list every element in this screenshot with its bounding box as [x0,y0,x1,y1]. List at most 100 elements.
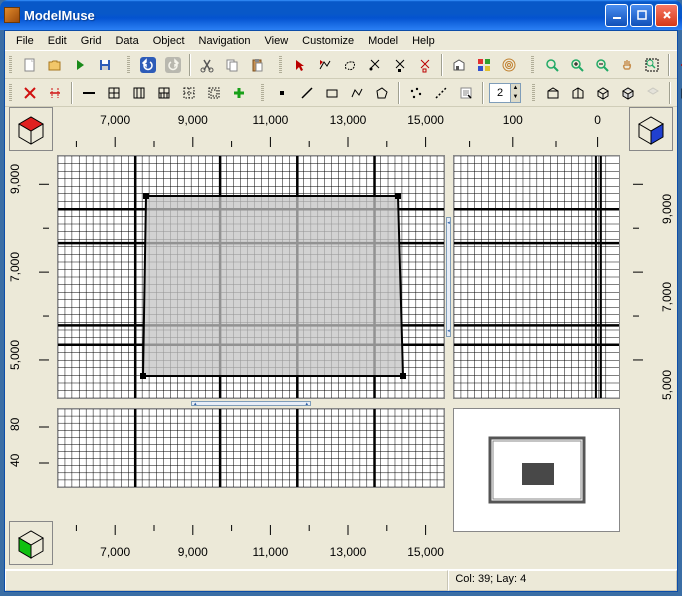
window-title: ModelMuse [24,8,603,23]
redo-button[interactable] [162,54,184,76]
insert-vertex-button[interactable] [389,54,411,76]
layer-spinner-input[interactable] [490,84,510,102]
zoom-box-button[interactable] [641,54,663,76]
ruler-top-x: 7,000 9,000 11,000 13,000 15,000 [57,107,445,151]
colors-button[interactable] [473,54,495,76]
ruler-label: 15,000 [407,545,444,559]
select-arrow-button[interactable] [289,54,311,76]
draw-points-button[interactable] [405,82,427,104]
draw-rectangle-button[interactable] [321,82,343,104]
menu-file[interactable]: File [9,33,41,49]
draw-point-button[interactable] [271,82,293,104]
ruler-label: 11,000 [252,545,288,559]
copy-button[interactable] [221,54,243,76]
menu-edit[interactable]: Edit [41,33,74,49]
splitter-top-front[interactable] [57,400,445,407]
subdivide-row-button[interactable] [153,82,175,104]
spinner-down-icon[interactable]: ▼ [510,93,520,102]
h-line-button[interactable] [78,82,100,104]
pan-button[interactable] [616,54,638,76]
vertex-handle[interactable] [143,193,149,199]
run-button[interactable] [69,54,91,76]
zoom-in-button[interactable] [566,54,588,76]
ruler-label: 9,000 [660,194,674,224]
shell-button[interactable] [676,82,682,104]
contour-button[interactable] [498,54,520,76]
ruler-label: 9,000 [178,545,208,559]
ruler-bottom-x: 7,000 9,000 11,000 13,000 15,000 [57,521,445,565]
side-view-cube[interactable] [629,107,673,151]
delete-vertex-button[interactable] [414,54,436,76]
vertex-handle[interactable] [140,373,146,379]
splitter-top-side[interactable] [445,155,452,399]
menu-help[interactable]: Help [405,33,442,49]
ruler-label: 7,000 [8,252,22,282]
draw-polygon-button[interactable] [371,82,393,104]
save-button[interactable] [94,54,116,76]
ruler-label: 0 [594,113,601,127]
subdivide-col-button[interactable] [128,82,150,104]
menu-model[interactable]: Model [361,33,405,49]
ruler-label: 7,000 [100,113,130,127]
menu-bar: File Edit Grid Data Object Navigation Vi… [5,31,677,51]
draw-dashed-button[interactable] [430,82,452,104]
view-top-button[interactable] [592,82,614,104]
ruler-right-y: 5,000 7,000 9,000 [629,155,673,399]
paste-button[interactable] [246,54,268,76]
menu-grid[interactable]: Grid [74,33,109,49]
draw-line-button[interactable] [296,82,318,104]
app-icon [4,7,20,23]
ruler-label: 15,000 [407,113,444,127]
view-3d-button[interactable] [617,82,639,104]
vertex-handle[interactable] [400,373,406,379]
front-view-cube[interactable] [9,521,53,565]
ruler-label: 80 [8,418,22,431]
view-front-button[interactable] [542,82,564,104]
status-bar: Col: 39; Lay: 4 [5,569,677,591]
undo-button[interactable] [137,54,159,76]
view-faded-button[interactable] [642,82,664,104]
work-area: 7,000 9,000 11,000 13,000 15,000 100 0 5… [5,107,677,569]
select-polyline-button[interactable] [314,54,336,76]
menu-view[interactable]: View [258,33,296,49]
menu-object[interactable]: Object [146,33,192,49]
zoom-extents-button[interactable] [541,54,563,76]
cut-button[interactable] [196,54,218,76]
grid-angle-button[interactable] [178,82,200,104]
menu-data[interactable]: Data [108,33,145,49]
add-button[interactable] [228,82,250,104]
ruler-left-z: 40 80 [9,407,53,487]
zoom-out-button[interactable] [591,54,613,76]
new-file-button[interactable] [19,54,41,76]
ruler-label: 9,000 [8,164,22,194]
side-view[interactable] [453,155,620,399]
show-hide-button[interactable] [448,54,470,76]
ruler-label: 9,000 [178,113,208,127]
maximize-button[interactable] [630,4,653,27]
cell-button[interactable] [103,82,125,104]
top-view[interactable] [57,155,445,399]
spinner-up-icon[interactable]: ▲ [510,84,520,93]
3d-key-view[interactable] [453,408,620,532]
ruler-left-y: 5,000 7,000 9,000 [9,155,53,399]
object-props-button[interactable] [455,82,477,104]
front-view[interactable] [57,408,445,488]
select-point-button[interactable] [364,54,386,76]
lasso-button[interactable] [339,54,361,76]
menu-navigation[interactable]: Navigation [192,33,258,49]
menu-customize[interactable]: Customize [295,33,361,49]
open-file-button[interactable] [44,54,66,76]
layer-spinner[interactable]: ▲▼ [489,83,521,103]
delete-button[interactable] [19,82,41,104]
draw-polyline-button[interactable] [346,82,368,104]
close-button[interactable] [655,4,678,27]
grid-smooth-button[interactable] [203,82,225,104]
ruler-label: 40 [8,454,22,467]
minimize-button[interactable] [605,4,628,27]
move-origin-button[interactable] [44,82,66,104]
view-side-button[interactable] [567,82,589,104]
go-to-button[interactable] [675,54,682,76]
top-view-cube[interactable] [9,107,53,151]
vertex-handle[interactable] [395,193,401,199]
toolbar-row-1 [5,51,677,79]
